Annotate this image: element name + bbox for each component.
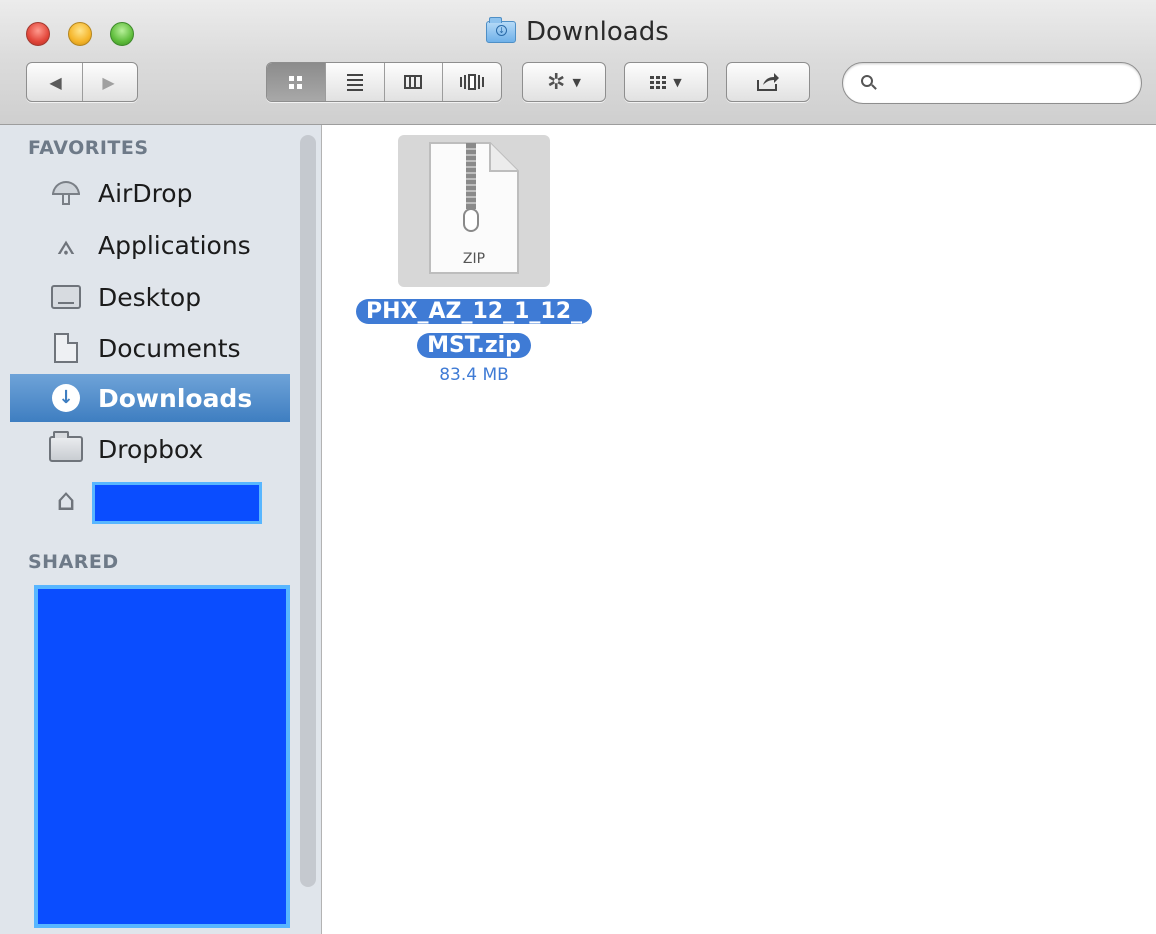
search-icon [861, 75, 877, 91]
sidebar-item-desktop[interactable]: Desktop [10, 273, 290, 321]
sidebar-item-label: Applications [98, 230, 251, 260]
sidebar-scrollbar[interactable] [300, 135, 316, 887]
arrange-icon [650, 75, 667, 89]
file-browser-area: ZIP PHX_AZ_12_1_12_ MST.zip 83.4 MB [322, 125, 1156, 934]
sidebar-item-label: Dropbox [98, 434, 204, 464]
desktop-icon [51, 285, 81, 309]
downloads-icon: ↓ [52, 384, 80, 412]
share-button[interactable] [726, 62, 810, 102]
list-view-icon [346, 73, 363, 91]
sidebar-item-label: Downloads [98, 383, 253, 413]
window-title: Downloads [526, 17, 669, 47]
column-view-button[interactable] [383, 63, 443, 101]
zoom-window-button[interactable] [110, 22, 134, 46]
forward-arrow-icon: ▶ [102, 72, 115, 92]
sidebar: FAVORITES AirDrop ⟑ Applications Desktop… [0, 125, 322, 934]
sidebar-item-dropbox[interactable]: Dropbox [10, 425, 290, 473]
file-item[interactable]: ZIP PHX_AZ_12_1_12_ MST.zip 83.4 MB [340, 133, 610, 393]
file-thumbnail[interactable]: ZIP [398, 135, 550, 287]
action-menu-button[interactable]: ✲ ▼ [522, 62, 606, 102]
file-name-line-2: MST.zip [417, 333, 531, 358]
redacted-home-label [92, 482, 262, 524]
sidebar-item-label: Documents [98, 333, 241, 363]
file-size: 83.4 MB [439, 365, 509, 385]
sidebar-item-downloads[interactable]: ↓ Downloads [10, 374, 290, 422]
airdrop-icon [52, 181, 80, 205]
icon-view-icon [289, 75, 303, 89]
back-forward-control: ◀ ▶ [26, 62, 138, 102]
toolbar: ↓ Downloads ◀ ▶ ✲ ▼ ▼ [0, 0, 1156, 125]
minimize-window-button[interactable] [68, 22, 92, 46]
file-name-line-1: PHX_AZ_12_1_12_ [355, 299, 592, 324]
list-view-button[interactable] [324, 63, 384, 101]
sidebar-item-applications[interactable]: ⟑ Applications [10, 221, 290, 269]
zip-file-icon: ZIP [429, 142, 519, 274]
column-view-icon [404, 75, 423, 89]
gear-icon: ✲ [547, 69, 566, 95]
icon-view-button[interactable] [267, 63, 325, 101]
downloads-folder-icon: ↓ [486, 17, 516, 43]
forward-button[interactable]: ▶ [81, 63, 135, 101]
sidebar-item-airdrop[interactable]: AirDrop [10, 169, 290, 217]
finder-window: ↓ Downloads ◀ ▶ ✲ ▼ ▼ FAVORITES AirDrop … [0, 0, 1156, 934]
applications-icon: ⟑ [56, 227, 76, 262]
zip-badge: ZIP [463, 251, 485, 267]
documents-icon [54, 333, 78, 363]
chevron-down-icon: ▼ [673, 75, 682, 89]
sidebar-item-documents[interactable]: Documents [10, 324, 290, 372]
back-button[interactable]: ◀ [30, 63, 82, 101]
arrange-menu-button[interactable]: ▼ [624, 62, 708, 102]
window-title-area: ↓ Downloads [486, 14, 669, 50]
view-mode-control [266, 62, 502, 102]
close-window-button[interactable] [26, 22, 50, 46]
search-input[interactable] [887, 71, 1131, 95]
coverflow-view-button[interactable] [442, 63, 501, 101]
search-field[interactable] [842, 62, 1142, 104]
back-arrow-icon: ◀ [49, 72, 62, 92]
share-icon [757, 73, 779, 91]
favorites-heading: FAVORITES [28, 137, 149, 159]
coverflow-view-icon [460, 74, 485, 90]
file-name[interactable]: PHX_AZ_12_1_12_ MST.zip [342, 295, 606, 363]
sidebar-item-label: AirDrop [98, 178, 193, 208]
folder-icon [49, 431, 83, 462]
home-icon: ⌂ [56, 483, 76, 518]
redacted-shared-list [34, 585, 290, 928]
shared-heading: SHARED [28, 551, 119, 573]
chevron-down-icon: ▼ [572, 75, 581, 89]
sidebar-item-label: Desktop [98, 282, 202, 312]
